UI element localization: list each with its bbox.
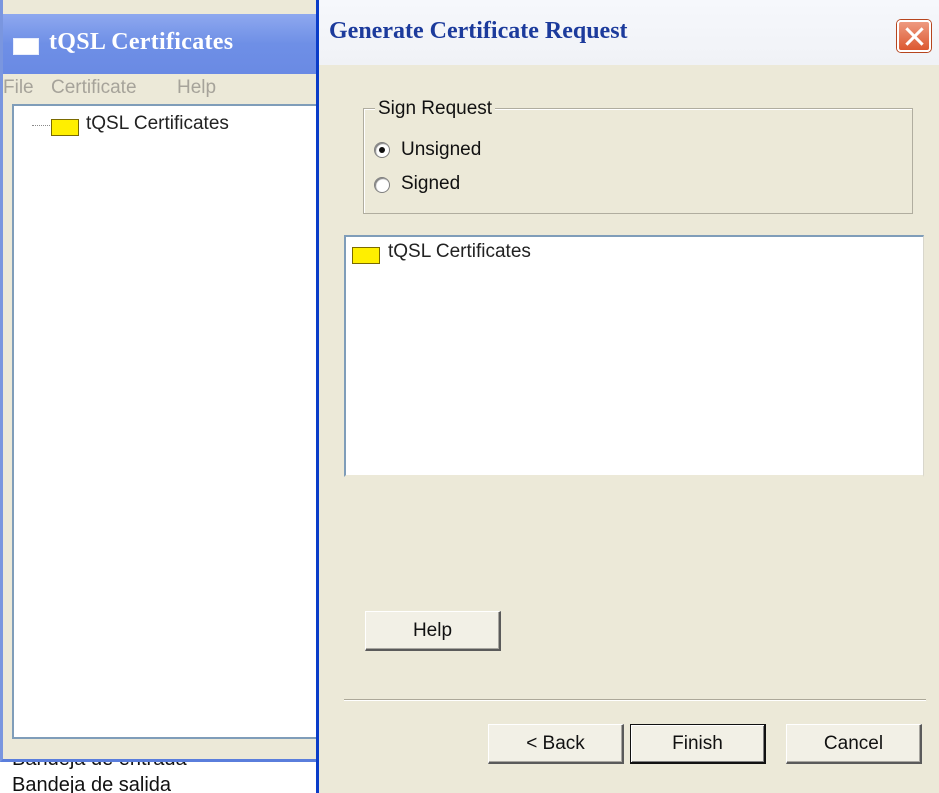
dialog-title: Generate Certificate Request bbox=[329, 18, 628, 44]
menu-help[interactable]: Help bbox=[177, 77, 216, 99]
radio-selected-dot bbox=[379, 147, 385, 153]
unsigned-radio-label[interactable]: Unsigned bbox=[401, 139, 481, 161]
screen: Bandeja de entrada Bandeja de salida tQS… bbox=[0, 0, 939, 793]
dialog-title-bar[interactable]: Generate Certificate Request bbox=[319, 0, 939, 65]
menu-certificate[interactable]: Certificate bbox=[51, 77, 137, 99]
tree-root-label[interactable]: tQSL Certificates bbox=[86, 113, 229, 135]
certificate-tree[interactable]: tQSL Certificates bbox=[12, 104, 323, 739]
help-button[interactable]: Help bbox=[365, 611, 501, 651]
folder-icon bbox=[51, 119, 79, 136]
tree-connector bbox=[32, 125, 52, 126]
app-window-icon bbox=[13, 38, 39, 55]
tree-root-label[interactable]: tQSL Certificates bbox=[388, 241, 531, 263]
cancel-button[interactable]: Cancel bbox=[786, 724, 922, 764]
sign-request-legend: Sign Request bbox=[375, 98, 496, 120]
main-window: tQSL Certificates File Certificate Help … bbox=[0, 0, 325, 762]
back-button[interactable]: < Back bbox=[488, 724, 624, 764]
close-icon[interactable] bbox=[897, 20, 931, 52]
generate-certificate-dialog: Generate Certificate Request Sign Reques… bbox=[316, 0, 939, 793]
main-window-title: tQSL Certificates bbox=[49, 29, 234, 55]
desktop-list-item: Bandeja de salida bbox=[12, 774, 172, 793]
main-title-bar[interactable]: tQSL Certificates bbox=[3, 14, 325, 74]
folder-icon bbox=[352, 247, 380, 264]
sign-request-group bbox=[363, 108, 913, 214]
menu-file[interactable]: File bbox=[3, 77, 34, 99]
finish-button[interactable]: Finish bbox=[630, 724, 766, 764]
signing-certificate-tree[interactable]: tQSL Certificates bbox=[344, 235, 924, 477]
signed-radio[interactable] bbox=[374, 177, 390, 193]
unsigned-radio[interactable] bbox=[374, 142, 390, 158]
divider bbox=[344, 699, 926, 701]
signed-radio-label[interactable]: Signed bbox=[401, 173, 460, 195]
menu-bar: File Certificate Help bbox=[3, 74, 322, 104]
